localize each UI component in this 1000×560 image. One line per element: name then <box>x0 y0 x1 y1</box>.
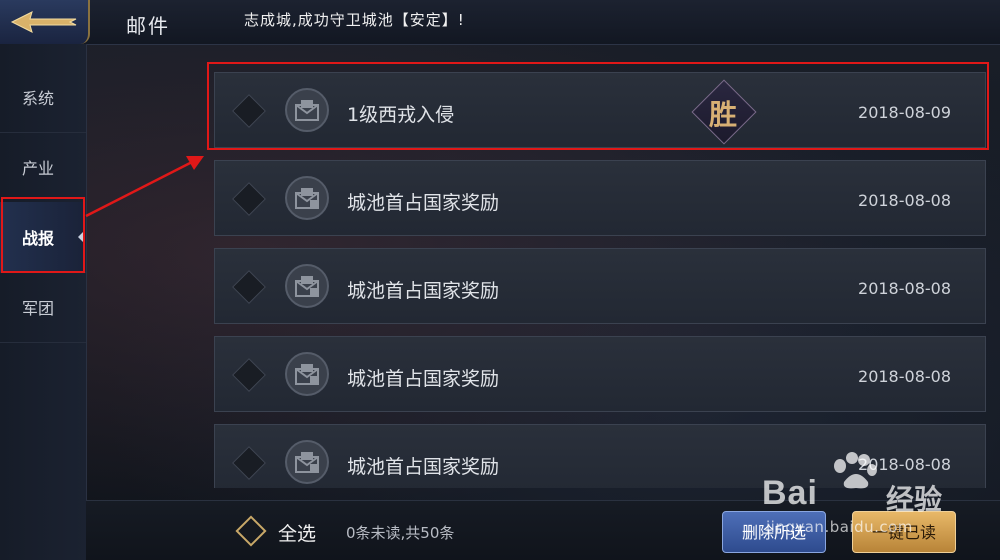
mail-checkbox[interactable] <box>232 270 266 304</box>
sidebar-item-industry[interactable]: 产业 <box>0 132 86 203</box>
envelope-gift-icon <box>285 176 329 220</box>
mail-checkbox[interactable] <box>232 358 266 392</box>
mail-row[interactable]: 1级西戎入侵 胜 2018-08-09 <box>214 72 986 148</box>
sidebar-item-label: 军团 <box>22 299 55 318</box>
mail-date: 2018-08-09 <box>858 103 951 122</box>
select-all-checkbox[interactable] <box>235 515 267 547</box>
mail-date: 2018-08-08 <box>858 367 951 386</box>
news-ticker: 志成城,成功守卫城池【安定】! <box>244 11 465 29</box>
sidebar: 系统 产业 战报 军团 <box>0 44 87 560</box>
mail-date: 2018-08-08 <box>858 191 951 210</box>
mail-checkbox[interactable] <box>232 446 266 480</box>
sidebar-item-legion[interactable]: 军团 <box>0 272 86 343</box>
footer-bar: 全选 0条未读,共50条 删除所选 一键已读 <box>86 500 1000 560</box>
mail-date: 2018-08-08 <box>858 279 951 298</box>
mail-date: 2018-08-08 <box>858 455 951 474</box>
victory-badge: 胜 <box>691 79 757 145</box>
select-all-toggle[interactable]: 全选 <box>235 515 356 547</box>
mail-checkbox[interactable] <box>232 94 266 128</box>
delete-selected-button[interactable]: 删除所选 <box>722 511 826 553</box>
mail-list[interactable]: 1级西戎入侵 胜 2018-08-09 城池首占国家奖励 2018-08-08 … <box>214 72 986 488</box>
mail-subject: 城池首占国家奖励 <box>347 192 500 214</box>
app-root: 邮件 志成城,成功守卫城池【安定】! 系统 产业 战报 军团 1级西戎入侵 胜 … <box>0 0 1000 560</box>
envelope-gift-icon <box>285 352 329 396</box>
select-all-label: 全选 <box>278 523 317 545</box>
unread-count: 0条未读,共50条 <box>346 524 455 542</box>
mail-row[interactable]: 城池首占国家奖励 2018-08-08 <box>214 160 986 236</box>
active-caret-icon <box>78 231 84 243</box>
sidebar-item-label: 战报 <box>22 229 55 248</box>
victory-badge-label: 胜 <box>708 98 737 131</box>
back-button[interactable] <box>0 0 90 44</box>
sidebar-item-system[interactable]: 系统 <box>0 62 86 133</box>
mail-subject: 1级西戎入侵 <box>347 104 455 126</box>
mail-row[interactable]: 城池首占国家奖励 2018-08-08 <box>214 424 986 488</box>
sidebar-item-label: 系统 <box>22 89 55 108</box>
envelope-icon <box>285 88 329 132</box>
back-arrow-icon <box>10 11 77 33</box>
page-title: 邮件 <box>126 14 170 38</box>
mail-checkbox[interactable] <box>232 182 266 216</box>
mail-subject: 城池首占国家奖励 <box>347 368 500 390</box>
mail-subject: 城池首占国家奖励 <box>347 280 500 302</box>
envelope-gift-icon <box>285 264 329 308</box>
mail-subject: 城池首占国家奖励 <box>347 456 500 478</box>
sidebar-item-battle-report[interactable]: 战报 <box>0 202 86 273</box>
mail-row[interactable]: 城池首占国家奖励 2018-08-08 <box>214 336 986 412</box>
mark-all-read-button[interactable]: 一键已读 <box>852 511 956 553</box>
sidebar-item-label: 产业 <box>22 159 55 178</box>
mail-row[interactable]: 城池首占国家奖励 2018-08-08 <box>214 248 986 324</box>
envelope-gift-icon <box>285 440 329 484</box>
top-bar: 邮件 志成城,成功守卫城池【安定】! <box>0 0 1000 45</box>
